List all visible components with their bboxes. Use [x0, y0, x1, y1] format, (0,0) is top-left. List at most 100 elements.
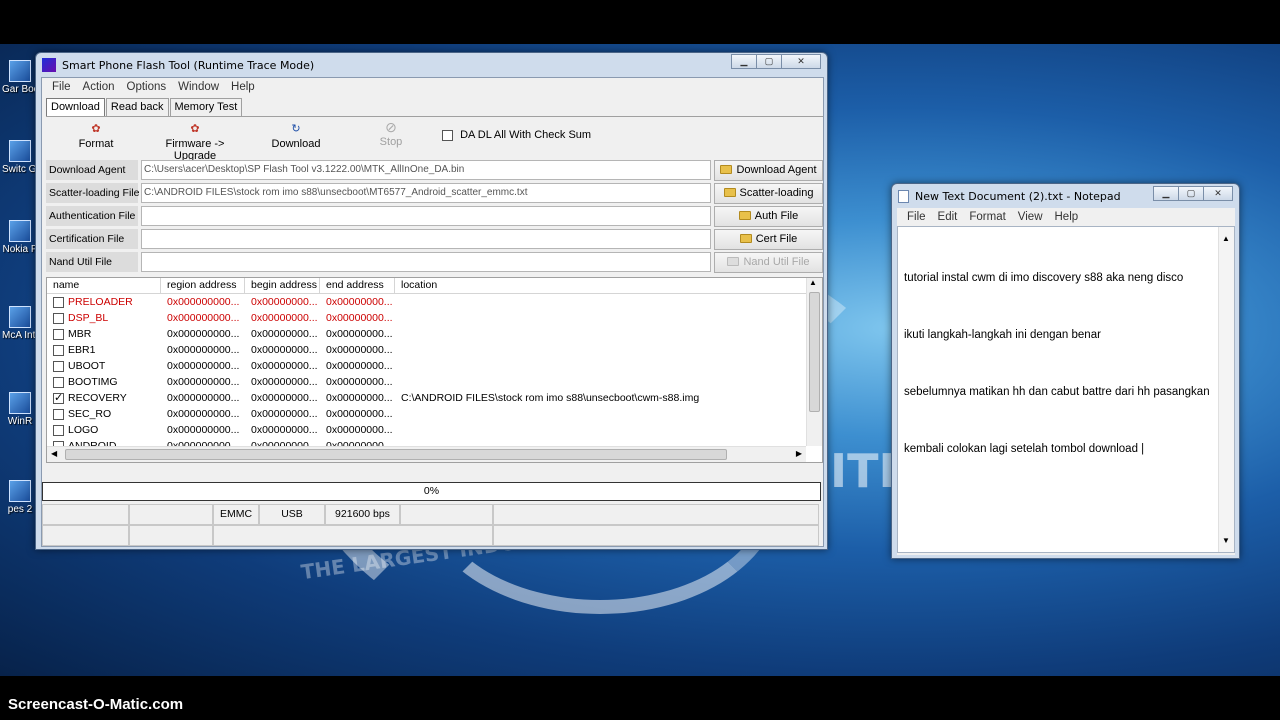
partition-checkbox[interactable]: [53, 296, 64, 308]
app-icon: [42, 58, 56, 72]
menubar: File Action Options Window Help: [42, 78, 823, 96]
scroll-down-arrow[interactable]: ▼: [1222, 531, 1230, 550]
desktop-icon[interactable]: Nokia P: [2, 220, 38, 255]
download-button[interactable]: ↻ Download: [270, 123, 322, 150]
desktop-icon[interactable]: Switc Gam: [2, 140, 38, 175]
folder-icon: [720, 165, 733, 174]
text-line: ikuti langkah-langkah ini dengan benar: [904, 329, 1101, 341]
partition-list: name region address begin address end ad…: [46, 277, 823, 463]
menu-file[interactable]: File: [901, 211, 932, 223]
stop-button[interactable]: ⊘ Stop: [376, 120, 406, 148]
menu-edit[interactable]: Edit: [932, 211, 964, 223]
menu-file[interactable]: File: [46, 81, 77, 93]
menu-help[interactable]: Help: [1049, 211, 1085, 223]
partition-name: UBOOT: [68, 360, 106, 372]
partition-checkbox[interactable]: [53, 312, 64, 324]
nand-util-button[interactable]: Nand Util File: [714, 252, 823, 273]
column-header[interactable]: begin address: [245, 278, 320, 293]
da-checksum-option[interactable]: DA DL All With Check Sum: [442, 129, 591, 141]
maximize-button[interactable]: ▢: [756, 54, 782, 69]
tab-bar: Download Read back Memory Test: [46, 98, 243, 116]
desktop-icon[interactable]: pes 2: [2, 480, 38, 515]
scroll-left-arrow[interactable]: ◀: [51, 449, 57, 458]
partition-name: PRELOADER: [68, 296, 133, 308]
tab-memorytest[interactable]: Memory Test: [169, 98, 243, 116]
list-body: PRELOADER 0x000000000... 0x00000000... 0x00…: [47, 294, 822, 454]
partition-name-cell: LOGO: [47, 424, 161, 436]
table-row[interactable]: UBOOT 0x000000000... 0x00000000... 0x000000…: [47, 358, 822, 374]
auth-file-field[interactable]: [141, 206, 711, 226]
download-agent-button[interactable]: Download Agent: [714, 160, 823, 181]
partition-name: LOGO: [68, 424, 99, 436]
desktop-icon[interactable]: Gar Boos: [2, 60, 38, 95]
menu-view[interactable]: View: [1012, 211, 1049, 223]
notepad-icon: [898, 189, 909, 203]
minimize-button[interactable]: ▁: [1153, 186, 1179, 201]
format-icon: ✿: [91, 123, 101, 135]
tab-readback[interactable]: Read back: [105, 98, 169, 116]
menu-action[interactable]: Action: [77, 81, 121, 93]
location-cell: C:\ANDROID FILES\stock rom imo s88\unsec…: [401, 392, 700, 404]
scroll-up-arrow[interactable]: ▲: [1222, 229, 1230, 248]
partition-name-cell: MBR: [47, 328, 161, 340]
close-button[interactable]: ✕: [781, 54, 821, 69]
scroll-up-arrow[interactable]: ▲: [809, 278, 817, 287]
table-row[interactable]: SEC_RO 0x000000000... 0x00000000... 0x00000…: [47, 406, 822, 422]
table-row[interactable]: BOOTIMG 0x000000000... 0x00000000... 0x0000…: [47, 374, 822, 390]
firmware-upgrade-button[interactable]: ✿ Firmware -> Upgrade: [144, 123, 246, 162]
text-line: kembali colokan lagi setelah tombol down…: [904, 443, 1145, 455]
partition-checkbox[interactable]: [53, 344, 64, 356]
partition-checkbox[interactable]: [53, 360, 64, 372]
auth-file-button[interactable]: Auth File: [714, 206, 823, 227]
scatter-loading-button[interactable]: Scatter-loading: [714, 183, 823, 204]
column-header[interactable]: name: [47, 278, 161, 293]
menubar: File Edit Format View Help: [897, 208, 1235, 226]
partition-checkbox[interactable]: [53, 408, 64, 420]
cert-file-button[interactable]: Cert File: [714, 229, 823, 250]
begin-address-cell: 0x00000000...: [251, 296, 318, 308]
minimize-button[interactable]: ▁: [731, 54, 757, 69]
menu-window[interactable]: Window: [172, 81, 225, 93]
partition-checkbox[interactable]: [53, 424, 64, 436]
partition-checkbox[interactable]: [53, 328, 64, 340]
download-agent-label: Download Agent: [46, 160, 138, 180]
menu-options[interactable]: Options: [121, 81, 173, 93]
desktop-icon[interactable]: McA Interne: [2, 306, 38, 341]
flashtool-titlebar[interactable]: Smart Phone Flash Tool (Runtime Trace Mo…: [36, 53, 827, 77]
column-header[interactable]: location: [395, 278, 805, 293]
vertical-scrollbar[interactable]: ▲ ▼: [1218, 227, 1234, 552]
partition-name: SEC_RO: [68, 408, 112, 420]
partition-checkbox[interactable]: [53, 392, 64, 404]
desktop-icon[interactable]: WinR: [2, 392, 38, 427]
column-header[interactable]: region address: [161, 278, 245, 293]
table-row[interactable]: RECOVERY 0x000000000... 0x00000000... 0x000…: [47, 390, 822, 406]
cert-file-field[interactable]: [141, 229, 711, 249]
table-row[interactable]: DSP_BL 0x000000000... 0x00000000... 0x00000…: [47, 310, 822, 326]
partition-checkbox[interactable]: [53, 376, 64, 388]
status-cell: [493, 525, 819, 546]
menu-format[interactable]: Format: [963, 211, 1011, 223]
table-row[interactable]: EBR1 0x000000000... 0x00000000... 0x0000000…: [47, 342, 822, 358]
vertical-scrollbar[interactable]: ▲: [806, 278, 822, 446]
scroll-right-arrow[interactable]: ▶: [796, 449, 802, 458]
app-icon: [9, 480, 31, 502]
table-row[interactable]: MBR 0x000000000... 0x00000000... 0x00000000…: [47, 326, 822, 342]
scroll-thumb[interactable]: [65, 449, 727, 460]
nand-util-field[interactable]: [141, 252, 711, 272]
table-row[interactable]: LOGO 0x000000000... 0x00000000... 0x0000000…: [47, 422, 822, 438]
flashtool-window: Smart Phone Flash Tool (Runtime Trace Mo…: [35, 52, 828, 550]
column-header[interactable]: end address: [320, 278, 395, 293]
scatter-file-field[interactable]: C:\ANDROID FILES\stock rom imo s88\unsec…: [141, 183, 711, 203]
menu-help[interactable]: Help: [225, 81, 261, 93]
horizontal-scrollbar[interactable]: ◀ ▶: [47, 446, 806, 462]
storage-type: EMMC: [213, 504, 259, 525]
download-agent-field[interactable]: C:\Users\acer\Desktop\SP Flash Tool v3.1…: [141, 160, 711, 180]
maximize-button[interactable]: ▢: [1178, 186, 1204, 201]
format-button[interactable]: ✿ Format: [76, 123, 116, 150]
scroll-thumb[interactable]: [809, 292, 820, 412]
close-button[interactable]: ✕: [1203, 186, 1233, 201]
table-row[interactable]: PRELOADER 0x000000000... 0x00000000... 0x00…: [47, 294, 822, 310]
da-checksum-checkbox[interactable]: [442, 129, 453, 141]
notepad-text-area[interactable]: tutorial instal cwm di imo discovery s88…: [897, 226, 1235, 553]
tab-download[interactable]: Download: [46, 98, 105, 116]
